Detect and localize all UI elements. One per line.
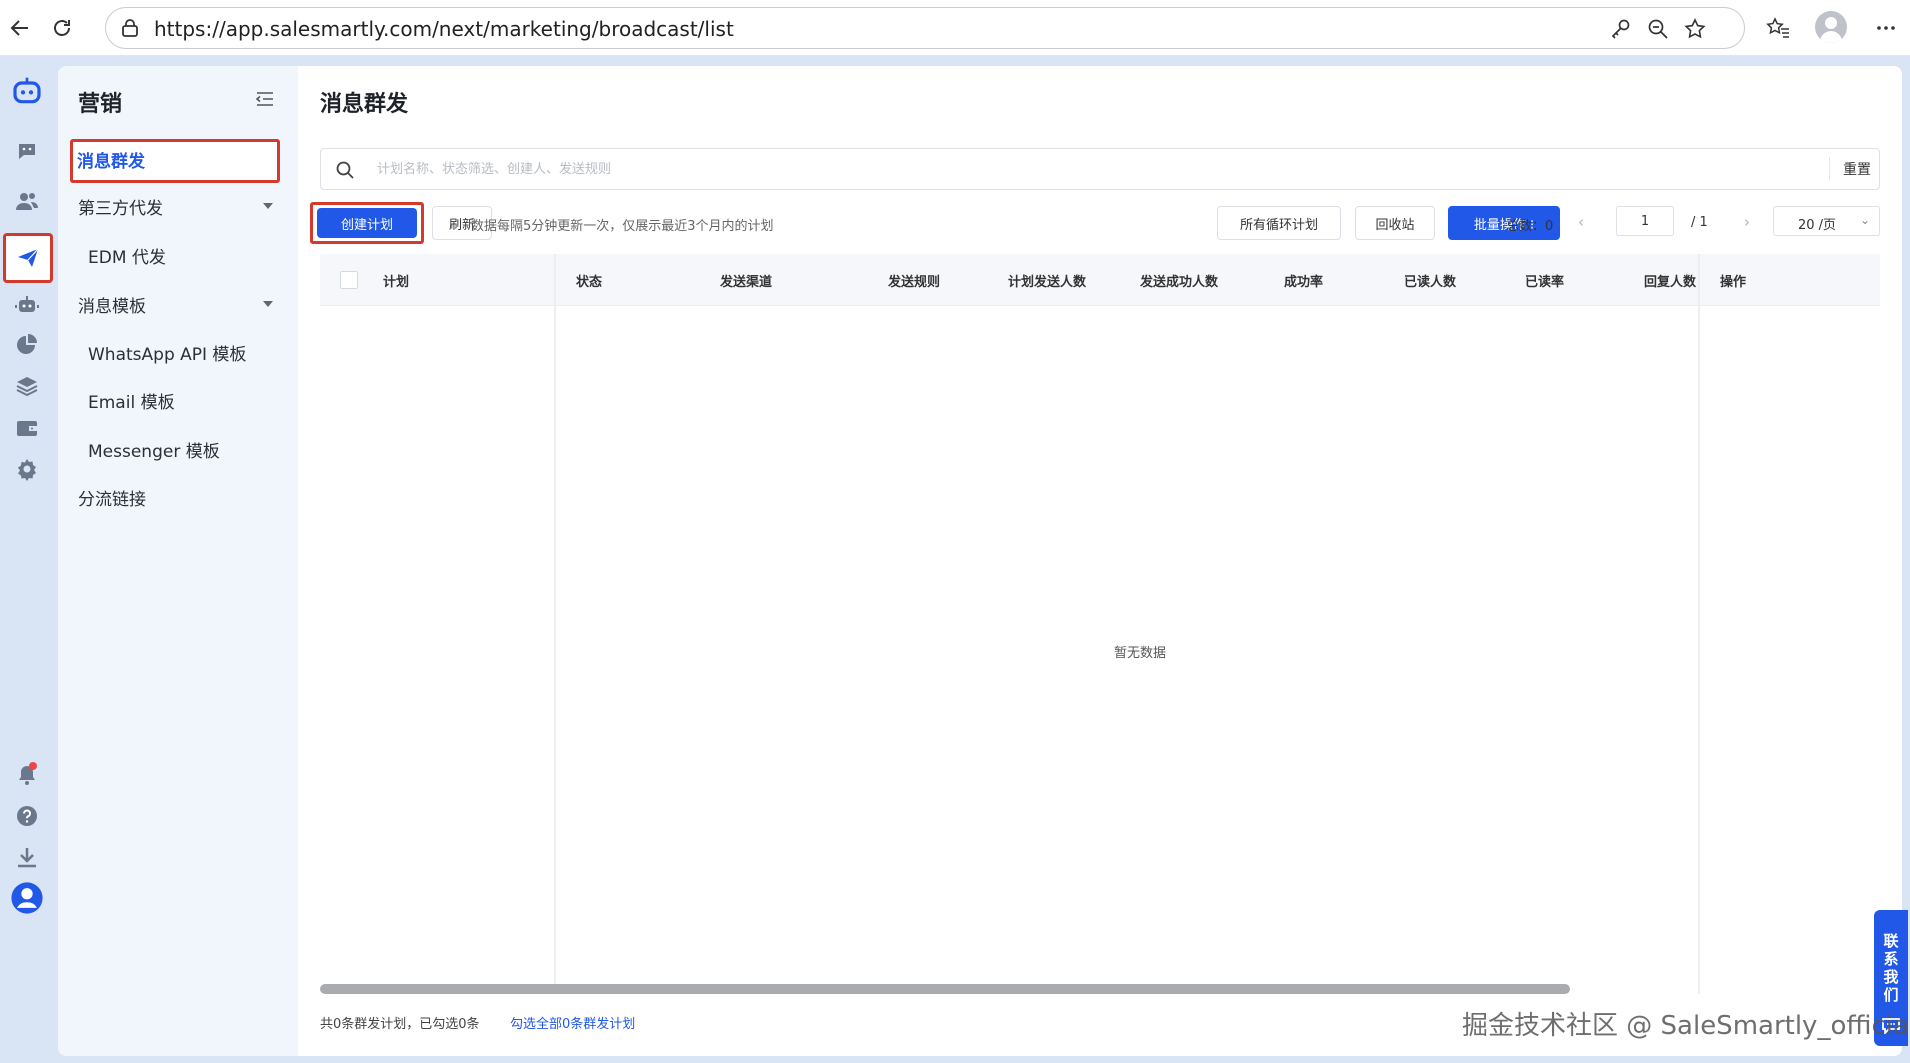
page-number-input[interactable] (1616, 206, 1674, 236)
marketing-send-icon[interactable] (3, 233, 53, 283)
layers-icon[interactable] (8, 367, 46, 405)
select-all-link[interactable]: 勾选全部0条群发计划 (510, 1013, 635, 1032)
settings-icon[interactable] (8, 450, 46, 488)
marketing-sidebar: 营销 消息群发 第三方代发 EDM 代发 消息模板 WhatsApp API 模… (58, 66, 298, 1056)
contact-us-label: 联系我们 (1883, 932, 1899, 1004)
chevron-down-icon: ⌄ (1860, 213, 1871, 227)
create-plan-button[interactable]: 创建计划 (317, 208, 417, 238)
column-header[interactable]: 计划发送人数 (1008, 271, 1086, 290)
search-input[interactable] (377, 155, 1677, 183)
main-panel: 消息群发 重置 创建计划 刷新 数据每隔5分钟更新一次，仅展示最近3个月内的计划… (298, 66, 1902, 1056)
chat-icon[interactable] (8, 132, 46, 170)
empty-state-text: 暂无数据 (1113, 646, 1166, 661)
page-total: / 1 (1691, 215, 1708, 230)
search-bar[interactable]: 重置 (320, 148, 1880, 190)
column-header[interactable]: 发送渠道 (720, 271, 772, 290)
column-header[interactable]: 成功率 (1284, 271, 1323, 290)
zoom-icon[interactable] (1643, 14, 1673, 44)
column-header[interactable]: 已读人数 (1404, 271, 1456, 290)
bell-icon[interactable] (8, 756, 46, 794)
column-header[interactable]: 发送规则 (888, 271, 940, 290)
sidebar-item-broadcast[interactable]: 消息群发 (70, 139, 280, 183)
sidebar-item-whatsapp-template[interactable]: WhatsApp API 模板 (88, 340, 246, 365)
browser-toolbar: https://app.salesmartly.com/next/marketi… (0, 0, 1910, 56)
column-header[interactable]: 发送成功人数 (1140, 271, 1218, 290)
browser-profile-avatar[interactable] (1815, 11, 1847, 43)
sidebar-item-email-template[interactable]: Email 模板 (88, 388, 175, 413)
collapse-menu-icon[interactable] (254, 88, 276, 110)
column-header[interactable]: 已读率 (1525, 271, 1564, 290)
favorites-list-icon[interactable] (1760, 10, 1796, 46)
sidebar-item-messenger-template[interactable]: Messenger 模板 (88, 437, 220, 462)
column-header[interactable]: 操作 (1720, 271, 1746, 290)
url-text[interactable]: https://app.salesmartly.com/next/marketi… (154, 17, 734, 41)
reload-icon[interactable] (44, 10, 80, 46)
analytics-pie-icon[interactable] (8, 326, 46, 364)
user-avatar-icon[interactable] (8, 879, 46, 917)
logo-icon[interactable] (8, 72, 46, 110)
recycle-bin-button[interactable]: 回收站 (1355, 206, 1435, 240)
back-arrow-icon[interactable] (2, 10, 38, 46)
reset-button[interactable]: 重置 (1843, 159, 1871, 179)
bot-icon[interactable] (8, 286, 46, 324)
more-menu-icon[interactable] (1868, 10, 1904, 46)
all-loop-plans-button[interactable]: 所有循环计划 (1217, 206, 1341, 240)
sidebar-item-edm[interactable]: EDM 代发 (88, 243, 166, 268)
sidebar-title: 营销 (78, 92, 123, 117)
favorite-star-icon[interactable] (1680, 14, 1710, 44)
chevron-down-icon[interactable] (263, 203, 273, 209)
broadcast-table: 计划 状态 发送渠道 发送规则 计划发送人数 发送成功人数 成功率 已读人数 已… (320, 254, 1880, 994)
total-count: 总数：0 (1506, 219, 1554, 234)
horizontal-scrollbar[interactable] (320, 984, 1570, 994)
sidebar-item-split-links[interactable]: 分流链接 (78, 485, 146, 510)
app-container: 营销 消息群发 第三方代发 EDM 代发 消息模板 WhatsApp API 模… (0, 56, 1910, 1063)
fixed-column-divider (1698, 254, 1700, 994)
divider (1829, 157, 1830, 181)
select-all-checkbox[interactable] (340, 271, 358, 289)
next-page-icon[interactable]: › (1744, 213, 1750, 231)
fixed-column-divider (554, 254, 556, 994)
selection-summary: 共0条群发计划，已勾选0条 (320, 1017, 480, 1032)
prev-page-icon[interactable]: ‹ (1578, 213, 1584, 231)
notification-dot (29, 762, 37, 770)
column-header[interactable]: 计划 (383, 271, 409, 290)
sidebar-item-third-party[interactable]: 第三方代发 (78, 194, 163, 219)
lock-icon[interactable] (120, 18, 140, 38)
contacts-icon[interactable] (8, 182, 46, 220)
download-icon[interactable] (8, 838, 46, 876)
chevron-down-icon[interactable] (263, 301, 273, 307)
page-title: 消息群发 (320, 92, 409, 117)
search-icon (336, 161, 354, 179)
help-icon[interactable] (8, 797, 46, 835)
page-size-select[interactable]: 20 /页 ⌄ (1773, 206, 1880, 236)
sidebar-item-templates[interactable]: 消息模板 (78, 292, 146, 317)
key-icon[interactable] (1606, 14, 1636, 44)
nav-rail (0, 56, 54, 1063)
wallet-icon[interactable] (8, 409, 46, 447)
column-header[interactable]: 回复人数 (1644, 271, 1698, 290)
update-hint: 数据每隔5分钟更新一次，仅展示最近3个月内的计划 (471, 219, 774, 234)
watermark-text: 掘金技术社区 @ SaleSmartly_official (1462, 1011, 1910, 1041)
address-bar[interactable]: https://app.salesmartly.com/next/marketi… (105, 7, 1745, 49)
column-header[interactable]: 状态 (576, 271, 602, 290)
